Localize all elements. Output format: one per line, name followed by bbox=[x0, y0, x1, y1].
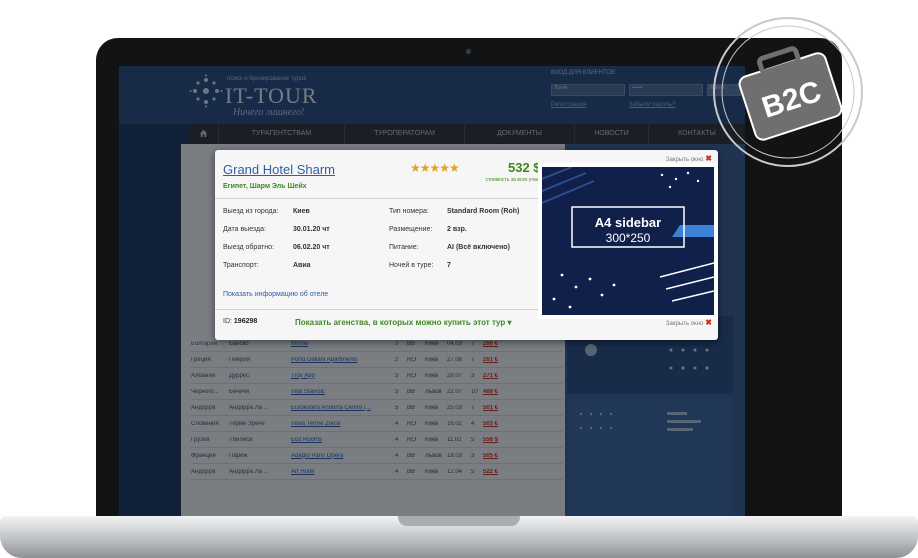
meal-value: AI (Всё включено) bbox=[447, 244, 510, 251]
show-hotel-info-link[interactable]: Показать информацию об отеле bbox=[223, 291, 328, 298]
laptop-notch bbox=[398, 516, 520, 526]
hotel-location: Египет, Шарм Эль Шейх bbox=[223, 183, 307, 190]
hotel-name-link[interactable]: Grand Hotel Sharm bbox=[223, 162, 335, 177]
room-type-value: Standard Room (Roh) bbox=[447, 208, 520, 215]
laptop-screen: поиск и бронирование туров IT-TOUR Ничег… bbox=[119, 66, 745, 522]
close-popup-bottom-button[interactable]: Закрыть окно ✖ bbox=[666, 318, 712, 327]
transport-value: Авиа bbox=[293, 262, 311, 269]
close-icon[interactable]: ✖ bbox=[705, 318, 712, 327]
nights-value: 7 bbox=[447, 262, 451, 269]
ad-size: 300*250 bbox=[605, 231, 651, 245]
ad-banner[interactable]: A4 sidebar 300*250 bbox=[542, 167, 714, 315]
meal-label: Питание: bbox=[389, 244, 419, 251]
briefcase-icon: B2C bbox=[738, 46, 843, 141]
tour-id-value: 196298 bbox=[233, 318, 258, 325]
departure-city-value: Киев bbox=[293, 208, 310, 215]
return-date-value: 06.02.20 чт bbox=[293, 244, 330, 251]
departure-date-value: 30.01.20 чт bbox=[293, 226, 330, 233]
hotel-stars: ★★★★★ bbox=[410, 161, 460, 175]
departure-city-label: Выезд из города: bbox=[223, 208, 279, 215]
tour-price: 532 $ bbox=[508, 160, 541, 175]
tour-id: ID: 196298 bbox=[223, 318, 257, 325]
return-date-label: Выезд обратно: bbox=[223, 244, 274, 251]
close-label: Закрыть окно bbox=[665, 321, 704, 327]
tour-id-label: ID: bbox=[223, 318, 232, 325]
nights-label: Ночей в туре: bbox=[389, 262, 434, 269]
close-popup-button[interactable]: Закрыть окно ✖ bbox=[666, 154, 712, 163]
accommodation-value: 2 взр. bbox=[447, 226, 467, 233]
show-agencies-link[interactable]: Показать агенства, в которых можно купит… bbox=[295, 318, 512, 327]
chevron-down-icon: ▾ bbox=[507, 318, 512, 327]
ad-title: A4 sidebar bbox=[594, 215, 662, 230]
accommodation-label: Размещение: bbox=[389, 226, 433, 233]
room-type-label: Тип номера: bbox=[389, 208, 429, 215]
transport-label: Транспорт: bbox=[223, 262, 259, 269]
departure-date-label: Дата выезда: bbox=[223, 226, 266, 233]
b2c-badge: B2C bbox=[713, 17, 863, 167]
ad-banner-frame: A4 sidebar 300*250 bbox=[538, 163, 718, 319]
show-agencies-label: Показать агенства, в которых можно купит… bbox=[295, 318, 506, 327]
webcam bbox=[466, 49, 471, 54]
